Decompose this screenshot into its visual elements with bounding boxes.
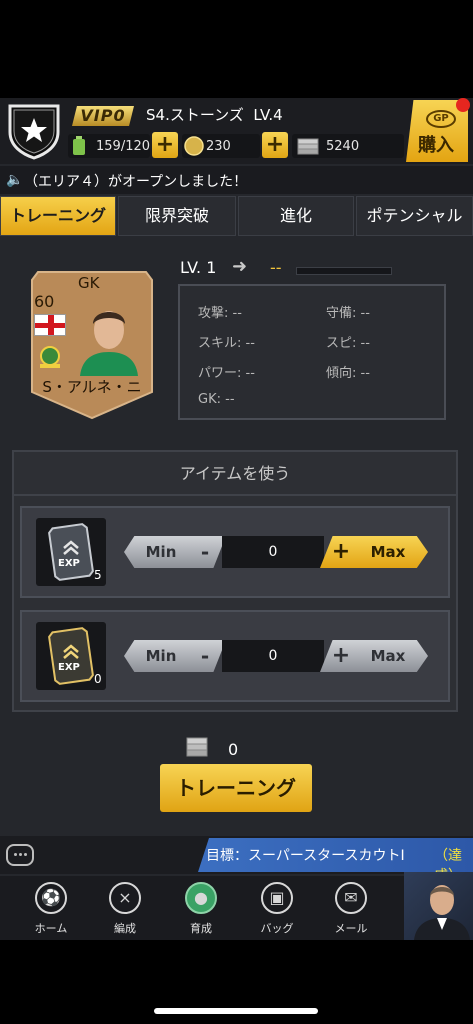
stat-defense: 守備: -- — [326, 306, 370, 321]
nav-mail[interactable]: ✉ メール — [316, 876, 386, 940]
chat-icon[interactable] — [6, 844, 34, 866]
club-badge-icon — [40, 346, 60, 368]
team-level: LV.4 — [253, 106, 283, 124]
agent-portrait — [414, 885, 470, 940]
tab-evolution[interactable]: 進化 — [238, 196, 354, 236]
cash-value: 5240 — [326, 139, 360, 154]
nav-bag[interactable]: ▣ バッグ — [242, 876, 312, 940]
player-photo — [80, 311, 138, 376]
exp-label: EXP — [58, 662, 80, 673]
gp-icon: GP — [426, 110, 456, 128]
agent-avatar[interactable] — [404, 872, 473, 940]
game-screen: VIP0 S4.ストーンズ LV.4 159/120 + 230 + 5240 … — [0, 98, 473, 940]
item-panel-title: アイテムを使う — [14, 452, 456, 496]
add-stamina-button[interactable]: + — [152, 132, 178, 158]
item-count: 5 — [94, 568, 102, 582]
training-button[interactable]: トレーニング — [160, 764, 312, 812]
team-name: S4.ストーンズ LV.4 — [146, 104, 283, 125]
home-indicator[interactable] — [154, 1008, 318, 1014]
stat-skill: スキル: -- — [198, 336, 255, 351]
nav-label: ホーム — [34, 922, 68, 935]
speaker-icon: 🔈 — [6, 172, 24, 188]
exp-progress-bar — [296, 267, 392, 275]
soccer-ball-icon: ⚽ — [35, 882, 67, 914]
nav-label: 育成 — [190, 922, 212, 935]
quantity-value: 0 — [222, 536, 324, 568]
coin-box: 230 — [182, 134, 260, 158]
notification-dot — [456, 98, 470, 112]
stat-tendency: 傾向: -- — [326, 366, 370, 381]
current-level: LV. 1 — [180, 258, 217, 277]
mission-text: 目標：スーパースタースカウトⅠ — [206, 848, 405, 864]
battery-icon — [73, 136, 85, 155]
item-row-exp-silver: EXP 5 Min - 0 + Max — [20, 506, 450, 598]
briefcase-icon: ▣ — [261, 882, 293, 914]
tab-limit-break[interactable]: 限界突破 — [118, 196, 236, 236]
training-cost: 0 — [228, 740, 239, 759]
nav-home[interactable]: ⚽ ホーム — [16, 876, 86, 940]
nav-label: メール — [334, 922, 368, 935]
nav-label: バッグ — [260, 922, 294, 935]
cash-box: 5240 — [292, 134, 404, 158]
england-flag-icon — [34, 314, 66, 336]
player-rating: 60 — [34, 292, 55, 311]
add-coin-button[interactable]: + — [262, 132, 288, 158]
stamina-value: 159/120 — [96, 139, 151, 154]
max-button[interactable]: Max — [348, 640, 428, 672]
tab-training[interactable]: トレーニング — [0, 196, 116, 236]
nav-formation[interactable]: ⨯ 編成 — [90, 876, 160, 940]
formation-icon: ⨯ — [109, 882, 141, 914]
buy-label: 購入 — [418, 135, 454, 156]
stat-attack: 攻撃: -- — [198, 306, 242, 321]
stat-power: パワー: -- — [198, 366, 255, 381]
ticker-text: （エリア４）がオープンしました！ — [24, 174, 248, 190]
next-level: -- — [270, 258, 282, 277]
nav-training[interactable]: ● 育成 — [166, 876, 236, 940]
resource-bar: 159/120 + 230 + 5240 — [68, 132, 404, 160]
cash-stack-icon — [186, 737, 208, 757]
stat-gk: GK: -- — [198, 392, 235, 407]
nav-label: 編成 — [114, 922, 136, 935]
player-name: S・アルネ・ニ — [42, 378, 142, 396]
bottom-nav: ⚽ ホーム ⨯ 編成 ● 育成 ▣ バッグ ✉ メール — [0, 876, 473, 940]
max-button[interactable]: Max — [348, 536, 428, 568]
vip-badge[interactable]: VIP0 — [72, 106, 134, 126]
exp-label: EXP — [58, 558, 80, 569]
arrow-right-icon: ➜ — [232, 256, 248, 277]
tab-bar: トレーニング 限界突破 進化 ポテンシャル — [0, 196, 473, 238]
top-header: VIP0 S4.ストーンズ LV.4 159/120 + 230 + 5240 … — [0, 98, 473, 164]
quantity-value: 0 — [222, 640, 324, 672]
club-crest-icon[interactable] — [6, 102, 62, 160]
stamina-box: 159/120 — [68, 134, 150, 158]
item-panel: アイテムを使う EXP 5 Min - 0 + Max EXP 0 Min - … — [12, 450, 458, 712]
news-ticker: 🔈 （エリア４）がオープンしました！ — [0, 166, 473, 194]
item-count: 0 — [94, 672, 102, 686]
coin-value: 230 — [206, 139, 231, 154]
mail-icon: ✉ — [335, 882, 367, 914]
player-position: GK — [78, 274, 100, 292]
player-icon: ● — [185, 882, 217, 914]
mission-bar: 目標：スーパースタースカウトⅠ （達成） — [0, 836, 473, 884]
stats-panel: 攻撃: -- 守備: -- スキル: -- スピ: -- パワー: -- 傾向:… — [178, 284, 446, 420]
team-name-text: S4.ストーンズ — [146, 106, 244, 124]
player-card[interactable]: GK 60 S・アルネ・ニ — [30, 270, 154, 420]
gold-coin-icon — [184, 136, 204, 156]
item-row-exp-gold: EXP 0 Min - 0 + Max — [20, 610, 450, 702]
cash-stack-icon — [297, 138, 319, 155]
tab-potential[interactable]: ポテンシャル — [356, 196, 473, 236]
stat-speed: スピ: -- — [326, 336, 370, 351]
